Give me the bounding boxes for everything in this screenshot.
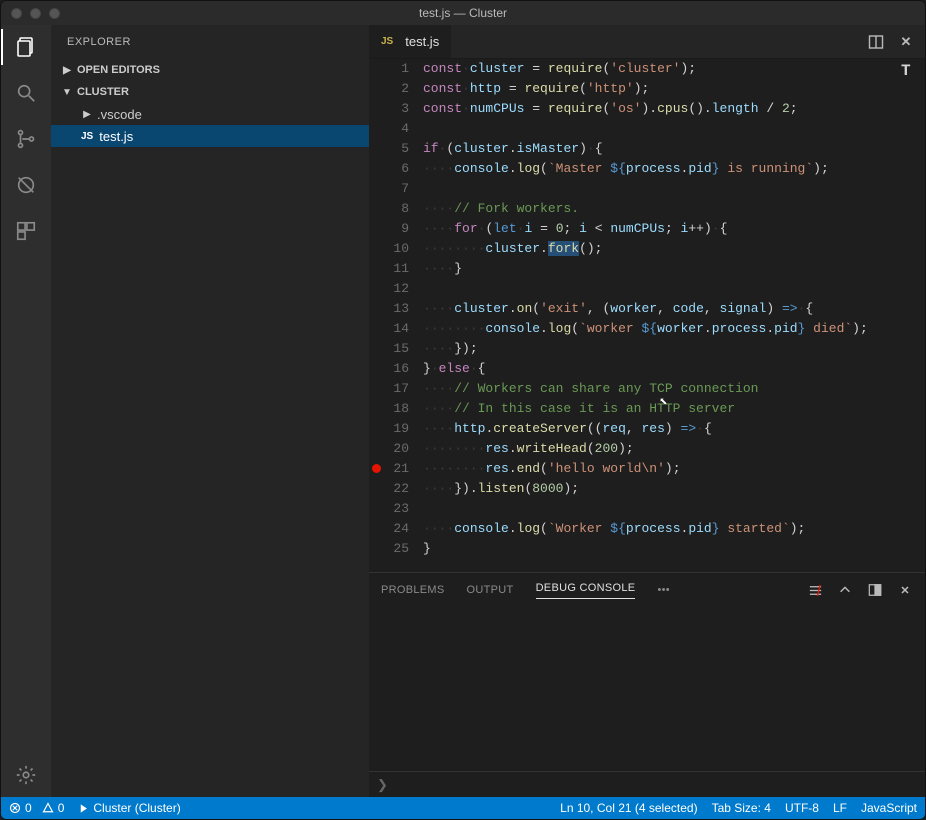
file-test-js[interactable]: JS test.js	[51, 125, 369, 147]
chevron-right-icon: ▶	[81, 109, 93, 120]
sidebar-title: EXPLORER	[51, 25, 369, 59]
editor-group: JS test.js ✕ 123456789101112131415161718…	[369, 25, 925, 797]
panel-tab-more[interactable]: •••	[657, 584, 669, 596]
status-errors[interactable]: 0 0	[9, 801, 64, 815]
tree-item-label: test.js	[99, 129, 133, 144]
debug-console-input[interactable]: ❯	[369, 771, 925, 797]
window-title: test.js — Cluster	[1, 6, 925, 20]
debug-console-body[interactable]	[369, 607, 925, 771]
status-eol[interactable]: LF	[833, 801, 847, 815]
status-launch-label: Cluster (Cluster)	[93, 801, 180, 815]
more-actions-icon[interactable]: ✕	[897, 33, 915, 51]
explorer-icon[interactable]	[12, 33, 40, 61]
tab-label: test.js	[405, 34, 439, 49]
debug-icon[interactable]	[12, 171, 40, 199]
folder-vscode[interactable]: ▶ .vscode	[51, 103, 369, 125]
prompt-icon: ❯	[377, 777, 388, 793]
chevron-right-icon: ▶	[61, 65, 73, 76]
project-label: CLUSTER	[77, 86, 129, 98]
search-icon[interactable]	[12, 79, 40, 107]
window-titlebar: test.js — Cluster	[1, 1, 925, 25]
js-file-icon: JS	[81, 131, 93, 142]
project-section[interactable]: ▼ CLUSTER	[51, 81, 369, 103]
tab-test-js[interactable]: JS test.js	[369, 25, 452, 58]
status-warnings-count: 0	[58, 801, 65, 815]
status-encoding-label: UTF-8	[785, 801, 819, 815]
code-body[interactable]: const·cluster = require('cluster');const…	[423, 59, 911, 572]
collapse-panel-icon[interactable]	[837, 582, 853, 598]
chevron-down-icon: ▼	[61, 87, 73, 98]
status-eol-label: LF	[833, 801, 847, 815]
breakpoint-icon[interactable]	[372, 464, 381, 473]
line-number-gutter: 1234567891011121314151617181920212223242…	[383, 59, 423, 572]
status-launch-config[interactable]: Cluster (Cluster)	[78, 801, 180, 815]
status-tab-size[interactable]: Tab Size: 4	[712, 801, 771, 815]
panel-tab-debug-console[interactable]: DEBUG CONSOLE	[536, 582, 636, 599]
window-zoom-icon[interactable]	[49, 8, 60, 19]
window-close-icon[interactable]	[11, 8, 22, 19]
open-editors-label: OPEN EDITORS	[77, 64, 160, 76]
close-panel-icon[interactable]: ✕	[897, 582, 913, 598]
settings-gear-icon[interactable]	[12, 761, 40, 789]
activity-bar	[1, 25, 51, 797]
error-icon	[9, 802, 21, 814]
breakpoint-gutter[interactable]	[369, 59, 383, 572]
status-bar: 0 0 Cluster (Cluster) Ln 10, Col 21 (4 s…	[1, 797, 925, 819]
clear-console-icon[interactable]	[807, 582, 823, 598]
panel-tab-output[interactable]: OUTPUT	[467, 584, 514, 596]
status-language-label: JavaScript	[861, 801, 917, 815]
panel-tab-problems[interactable]: PROBLEMS	[381, 584, 445, 596]
status-encoding[interactable]: UTF-8	[785, 801, 819, 815]
extensions-icon[interactable]	[12, 217, 40, 245]
status-cursor-position[interactable]: Ln 10, Col 21 (4 selected)	[560, 801, 697, 815]
status-cursor-label: Ln 10, Col 21 (4 selected)	[560, 801, 697, 815]
js-file-icon: JS	[381, 36, 393, 47]
status-language[interactable]: JavaScript	[861, 801, 917, 815]
toggle-layout-icon[interactable]	[867, 582, 883, 598]
bottom-panel: PROBLEMS OUTPUT DEBUG CONSOLE •••	[369, 572, 925, 797]
window-minimize-icon[interactable]	[30, 8, 41, 19]
panel-tabs: PROBLEMS OUTPUT DEBUG CONSOLE •••	[369, 573, 925, 607]
status-tabsize-label: Tab Size: 4	[712, 801, 771, 815]
code-editor[interactable]: 1234567891011121314151617181920212223242…	[369, 59, 925, 572]
status-errors-count: 0	[25, 801, 32, 815]
warning-icon	[42, 802, 54, 814]
explorer-sidebar: EXPLORER ▶ OPEN EDITORS ▼ CLUSTER ▶ .vsc…	[51, 25, 369, 797]
vertical-scrollbar[interactable]	[911, 59, 925, 572]
open-editors-section[interactable]: ▶ OPEN EDITORS	[51, 59, 369, 81]
tree-item-label: .vscode	[97, 107, 142, 122]
editor-tabs: JS test.js ✕	[369, 25, 925, 59]
split-editor-icon[interactable]	[867, 33, 885, 51]
play-icon	[78, 803, 89, 814]
source-control-icon[interactable]	[12, 125, 40, 153]
